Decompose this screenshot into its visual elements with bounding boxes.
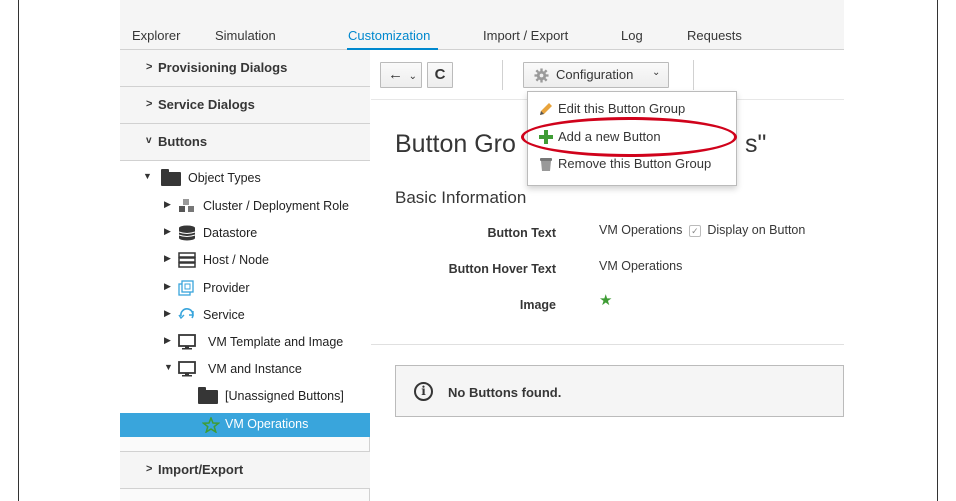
accordion-label: Service Dialogs: [158, 97, 255, 112]
caret-right-icon[interactable]: ▶: [164, 308, 171, 319]
alert-message: No Buttons found.: [448, 385, 562, 400]
caret-right-icon[interactable]: ▶: [164, 253, 171, 264]
divider: [371, 344, 844, 345]
history-back-button[interactable]: ← ⌄: [380, 62, 422, 88]
tab-simulation[interactable]: Simulation: [215, 28, 276, 43]
display-on-button-checkbox[interactable]: ✓: [688, 225, 701, 237]
chevron-right-icon: >: [146, 98, 153, 110]
star-icon: ★: [599, 292, 613, 309]
page-title-start: Button Gro: [395, 130, 516, 158]
cluster-icon: [179, 199, 194, 212]
tree-node-object-types[interactable]: ▼ Object Types: [120, 168, 370, 190]
sidebar: > Provisioning Dialogs > Service Dialogs…: [120, 50, 370, 501]
tree-node-label: Service: [203, 308, 245, 322]
menu-item-add-button[interactable]: Add a new Button: [538, 126, 728, 148]
info-icon: i: [414, 382, 433, 401]
field-label-hover-text: Button Hover Text: [448, 262, 556, 276]
tree-node-label: Object Types: [188, 171, 261, 185]
accordion-provisioning-dialogs[interactable]: > Provisioning Dialogs: [120, 50, 370, 87]
folder-icon: [198, 387, 218, 404]
tree-node-vm-operations[interactable]: VM Operations: [120, 413, 370, 437]
chevron-down-icon: v: [146, 135, 152, 146]
top-navigation: Explorer Simulation Customization Import…: [120, 0, 844, 50]
accordion-label: Buttons: [158, 134, 208, 149]
star-outline-icon: [202, 417, 220, 433]
arrow-left-icon: ←: [388, 66, 403, 83]
page-title-end: s": [745, 130, 767, 158]
chevron-right-icon: >: [146, 463, 153, 475]
tree-node-unassigned-buttons[interactable]: [Unassigned Buttons]: [120, 386, 370, 408]
host-icon: [178, 252, 196, 268]
field-label-image: Image: [519, 298, 556, 312]
display-on-button-label: Display on Button: [707, 223, 806, 237]
page-title: Button Gro s": [395, 130, 766, 159]
tree-node-provider[interactable]: ▶ Provider: [120, 278, 370, 300]
tree-node-datastore[interactable]: ▶ Datastore: [120, 223, 370, 245]
chevron-down-icon: ⌄: [652, 67, 661, 78]
tree-node-label: VM Operations: [225, 417, 309, 431]
section-title: Basic Information: [395, 188, 527, 207]
field-label-button-text: Button Text: [487, 226, 556, 240]
tree-node-label: VM and Instance: [208, 362, 302, 376]
menu-item-edit-button-group[interactable]: Edit this Button Group: [538, 98, 728, 120]
tree-node-vm-template[interactable]: ▶ VM Template and Image: [120, 332, 370, 354]
toolbar-separator: [693, 60, 694, 90]
refresh-icon: C: [434, 66, 446, 83]
folder-icon: [161, 169, 181, 186]
field-value-hover-text: VM Operations: [599, 259, 683, 273]
menu-item-label: Edit this Button Group: [558, 101, 686, 116]
menu-item-label: Remove this Button Group: [558, 156, 712, 171]
tab-requests[interactable]: Requests: [687, 28, 742, 43]
info-alert: i No Buttons found.: [395, 365, 844, 417]
button-text-value: VM Operations: [599, 223, 683, 237]
tab-customization[interactable]: Customization: [348, 28, 430, 43]
tree-node-label: Datastore: [203, 226, 258, 240]
accordion-import-export[interactable]: > Import/Export: [120, 451, 370, 489]
tree-node-label: Host / Node: [203, 253, 270, 267]
tree-node-host[interactable]: ▶ Host / Node: [120, 250, 370, 272]
tree-node-label: VM Template and Image: [208, 335, 344, 349]
caret-right-icon[interactable]: ▶: [164, 226, 171, 237]
configuration-dropdown-menu: Edit this Button Group Add a new Button …: [527, 91, 737, 186]
tree-node-vm-instance[interactable]: ▼ VM and Instance: [120, 359, 370, 381]
monitor-icon: [178, 334, 196, 350]
tab-log[interactable]: Log: [621, 28, 643, 43]
menu-item-remove-button-group[interactable]: Remove this Button Group: [538, 153, 733, 175]
caret-right-icon[interactable]: ▶: [164, 281, 171, 292]
tree-node-label: [Unassigned Buttons]: [225, 389, 344, 403]
caret-right-icon[interactable]: ▶: [164, 199, 171, 210]
tree-node-service[interactable]: ▶ Service: [120, 305, 370, 327]
accordion-buttons[interactable]: v Buttons: [120, 124, 370, 161]
tab-explorer[interactable]: Explorer: [132, 28, 180, 43]
pencil-icon: [540, 103, 552, 115]
caret-down-icon[interactable]: ▼: [164, 362, 173, 372]
accordion-label: Provisioning Dialogs: [158, 60, 288, 75]
toolbar-separator: [502, 60, 503, 90]
menu-item-label: Add a new Button: [558, 129, 661, 144]
trash-icon: [540, 158, 552, 171]
accordion-label: Import/Export: [158, 462, 244, 477]
reload-button[interactable]: C: [427, 62, 453, 88]
caret-down-icon[interactable]: ▼: [143, 171, 152, 181]
monitor-icon: [178, 361, 196, 377]
button-tree: ▼ Object Types ▶ Cluster / Deployment Ro…: [120, 161, 370, 437]
chevron-right-icon: >: [146, 61, 153, 73]
tree-node-label: Provider: [203, 281, 250, 295]
tree-node-cluster[interactable]: ▶ Cluster / Deployment Role: [120, 196, 370, 218]
plus-icon: [539, 130, 553, 144]
gear-icon: [534, 68, 549, 83]
service-icon: [178, 308, 194, 320]
tab-import-export[interactable]: Import / Export: [483, 28, 568, 43]
configuration-button[interactable]: Configuration ⌄: [523, 62, 669, 88]
field-value-button-text: VM Operations ✓ Display on Button: [599, 223, 805, 237]
chevron-down-icon: ⌄: [408, 71, 418, 82]
tree-node-label: Cluster / Deployment Role: [203, 199, 349, 213]
caret-right-icon[interactable]: ▶: [164, 335, 171, 346]
provider-icon: [178, 280, 194, 296]
accordion-service-dialogs[interactable]: > Service Dialogs: [120, 87, 370, 124]
datastore-icon: [178, 225, 196, 241]
configuration-label: Configuration: [556, 67, 634, 82]
